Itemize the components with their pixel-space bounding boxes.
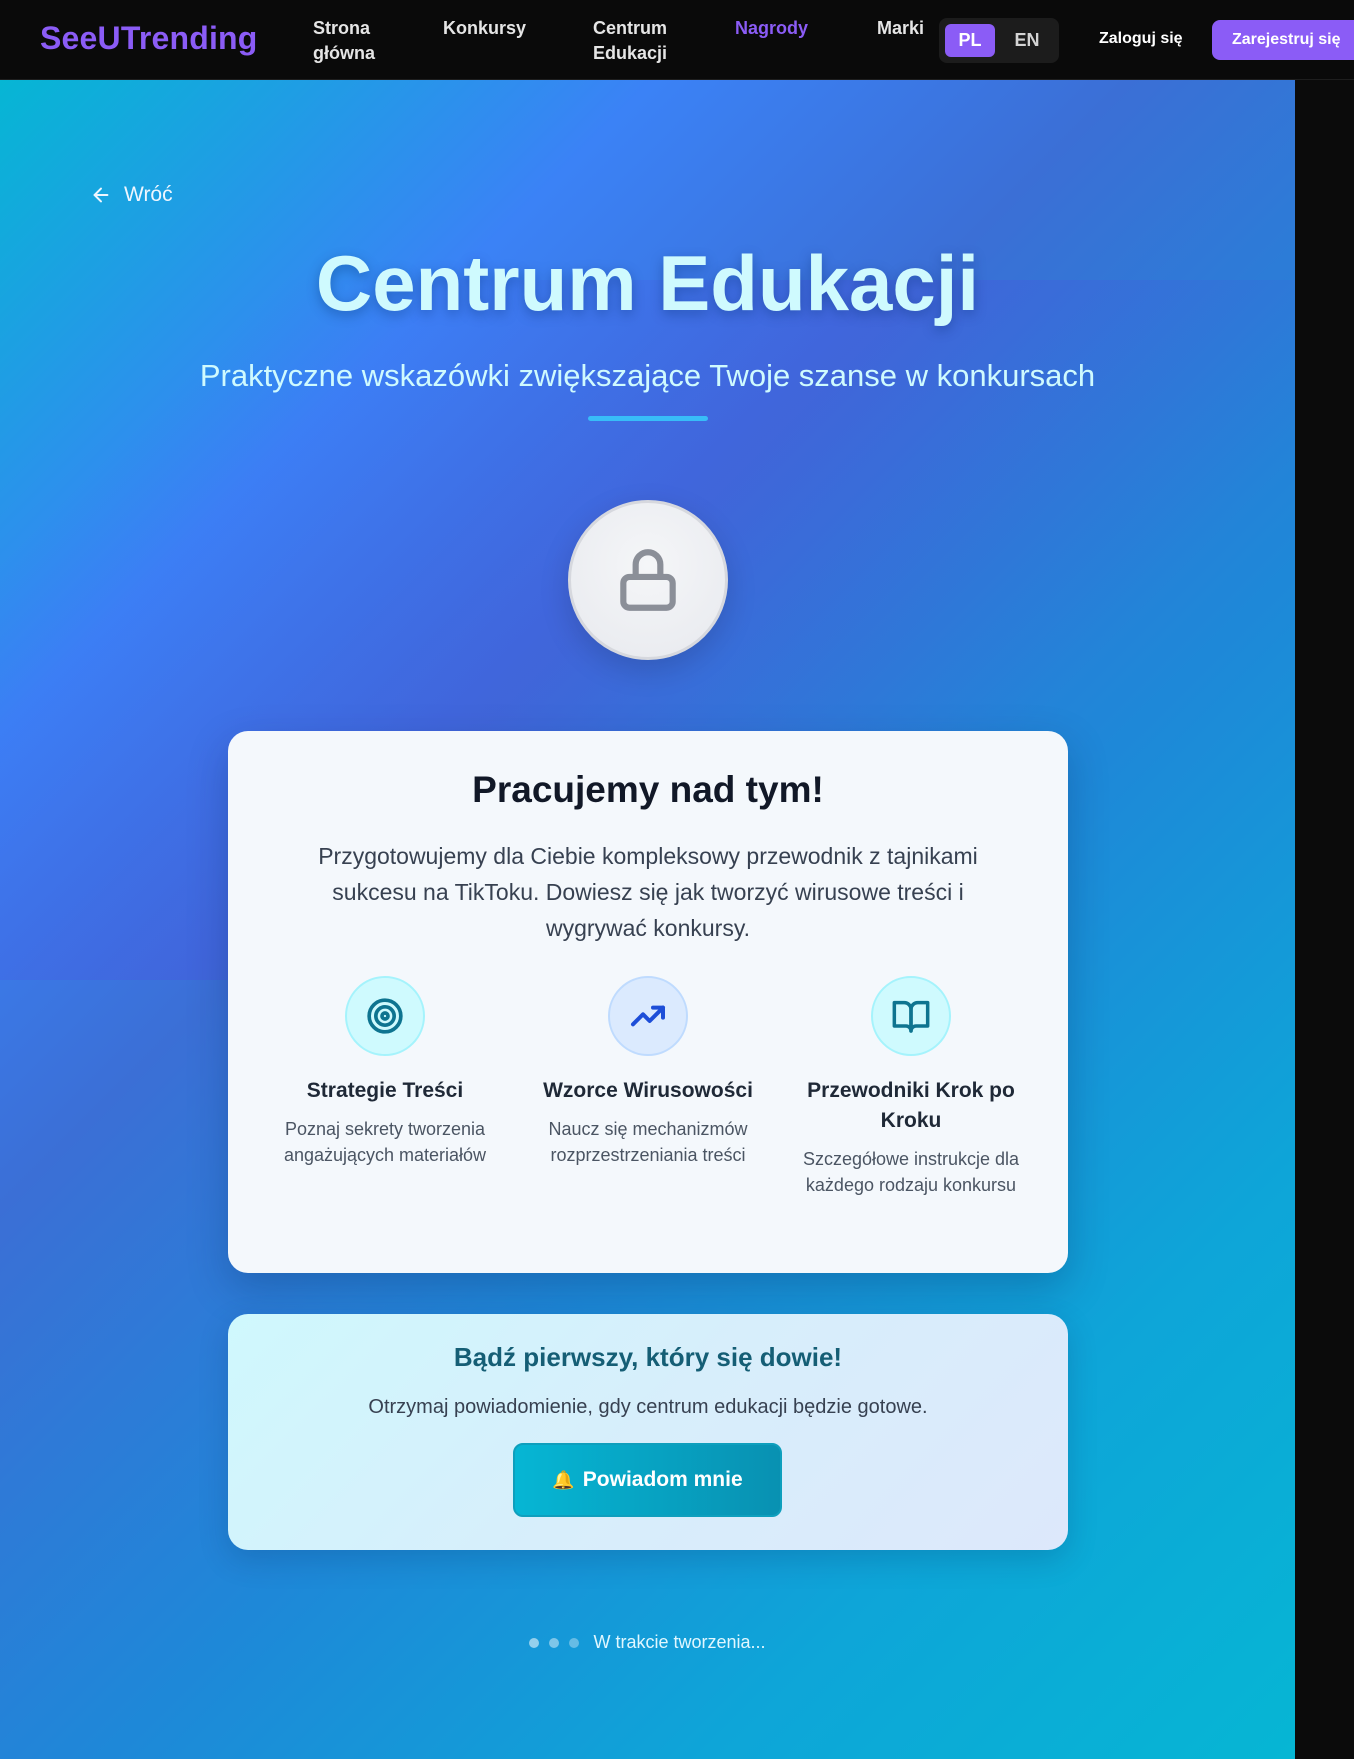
loading-dot <box>529 1637 540 1648</box>
notify-text: Otrzymaj powiadomienie, gdy centrum eduk… <box>368 1396 928 1418</box>
language-switcher: PL EN <box>939 18 1059 63</box>
feature-text: Naucz się mechanizmów rozprzestrzeniania… <box>548 1119 748 1165</box>
page-subtitle: Praktyczne wskazówki zwiększające Twoje … <box>199 358 1096 393</box>
progress-text: W trakcie tworzenia... <box>593 1632 766 1652</box>
education-hero: Wróć Centrum Edukacji Praktyczne wskazów… <box>0 80 1295 1759</box>
notify-title: Bądź pierwszy, który się dowie! <box>453 1342 843 1372</box>
register-button[interactable]: Zarejestruj się <box>1212 20 1354 60</box>
notify-button-label: Powiadom mnie <box>582 1468 743 1491</box>
feature-title: Przewodniki Krok po Kroku <box>807 1079 1015 1132</box>
loading-dot <box>549 1637 560 1648</box>
login-link[interactable]: Zaloguj się <box>1099 30 1183 48</box>
card-title: Pracujemy nad tym! <box>472 769 824 810</box>
nav-link-brands[interactable]: Marki <box>877 16 924 41</box>
back-link[interactable]: Wróć <box>90 183 173 207</box>
feature-text: Szczegółowe instrukcje dla każdego rodza… <box>802 1149 1020 1195</box>
book-open-icon <box>892 1000 930 1033</box>
lang-button-pl[interactable]: PL <box>945 24 995 57</box>
top-navbar: SeeUTrending Strona główna Konkursy Cent… <box>0 0 1354 80</box>
lang-button-en[interactable]: EN <box>1002 24 1052 57</box>
title-underline <box>588 416 708 421</box>
lock-icon <box>620 549 676 611</box>
lock-badge <box>568 500 728 660</box>
notify-panel: Bądź pierwszy, który się dowie! Otrzymaj… <box>228 1314 1068 1550</box>
feature-step-guides: Przewodniki Krok po Kroku Szczegółowe in… <box>791 976 1031 1198</box>
feature-viral-patterns: Wzorce Wirusowości Naucz się mechanizmów… <box>528 976 768 1168</box>
back-link-label: Wróć <box>124 183 173 206</box>
nav-link-rewards[interactable]: Nagrody <box>735 16 808 41</box>
feature-icon-badge <box>871 976 951 1056</box>
page-title: Centrum Edukacji <box>315 239 980 327</box>
nav-link-contests[interactable]: Konkursy <box>443 16 526 41</box>
feature-text: Poznaj sekrety tworzenia angażujących ma… <box>283 1119 487 1165</box>
feature-icon-badge <box>345 976 425 1056</box>
nav-link-education-line2: Edukacji <box>593 43 668 63</box>
feature-title: Wzorce Wirusowości <box>543 1079 753 1102</box>
nav-link-education[interactable]: Centrum Edukacji <box>593 16 683 66</box>
nav-link-home-line1: Strona <box>313 18 371 38</box>
trending-up-icon <box>631 1005 665 1027</box>
nav-link-home[interactable]: Strona główna <box>313 16 403 66</box>
feature-title: Strategie Treści <box>306 1079 464 1102</box>
notify-me-button[interactable]: 🔔 Powiadom mnie <box>513 1443 782 1517</box>
feature-icon-badge <box>608 976 688 1056</box>
target-icon <box>367 998 403 1034</box>
coming-soon-card: Pracujemy nad tym! Przygotowujemy dla Ci… <box>228 731 1068 1273</box>
loading-dots <box>529 1637 580 1648</box>
nav-link-home-line2: główna <box>313 43 375 63</box>
arrow-left-icon <box>93 187 109 203</box>
nav-link-education-line1: Centrum <box>593 18 668 38</box>
brand-logo[interactable]: SeeUTrending <box>40 20 258 57</box>
loading-dot <box>569 1637 580 1648</box>
feature-content-strategies: Strategie Treści Poznaj sekrety tworzeni… <box>265 976 505 1168</box>
progress-indicator: W trakcie tworzenia... <box>0 1632 1295 1653</box>
card-description: Przygotowujemy dla Ciebie kompleksowy pr… <box>318 843 978 941</box>
bell-icon: 🔔 <box>552 1469 575 1490</box>
